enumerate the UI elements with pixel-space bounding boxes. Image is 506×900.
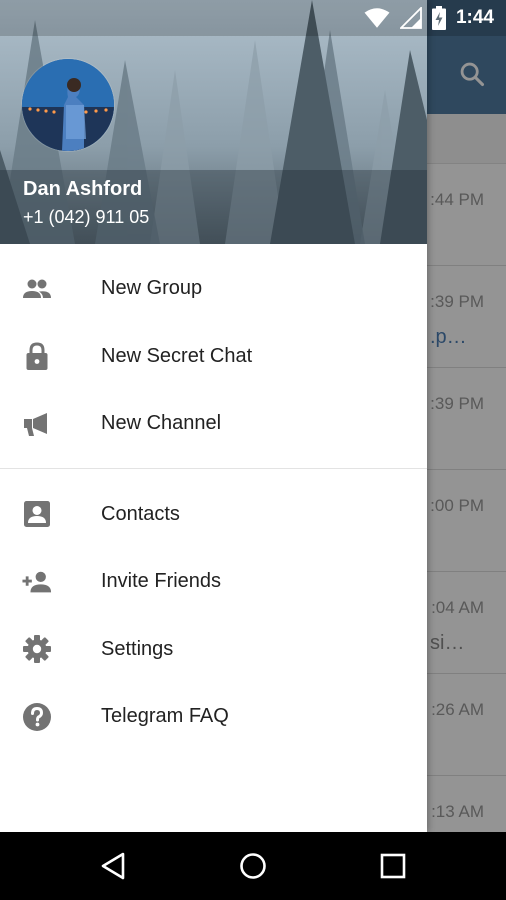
lock-icon [22, 341, 52, 371]
gear-icon [22, 634, 52, 664]
menu-label: Contacts [101, 502, 180, 525]
menu-divider [0, 467, 427, 469]
menu-label: Invite Friends [101, 570, 222, 593]
menu-label: New Group [101, 277, 203, 300]
menu-item-new-group[interactable]: New Group [0, 255, 427, 323]
menu-label: New Channel [101, 412, 222, 435]
system-nav-bar [0, 832, 506, 900]
battery-charging-icon [431, 6, 446, 30]
recents-icon[interactable] [377, 850, 409, 882]
drawer-header: Dan Ashford +1 (042) 911 05 [0, 0, 427, 244]
menu-item-new-secret-chat[interactable]: New Secret Chat [0, 323, 427, 391]
user-phone: +1 (042) 911 05 [23, 207, 150, 227]
menu-item-contacts[interactable]: Contacts [0, 481, 427, 549]
drawer-menu: New Group New Secret Chat New Channel Co… [0, 244, 427, 751]
user-avatar[interactable] [22, 59, 114, 151]
wifi-icon [364, 8, 390, 28]
menu-item-settings[interactable]: Settings [0, 616, 427, 684]
status-bar: 1:44 [0, 0, 506, 36]
status-time: 1:44 [455, 7, 494, 28]
add-person-icon [22, 567, 52, 597]
help-icon [22, 702, 52, 732]
menu-item-invite-friends[interactable]: Invite Friends [0, 548, 427, 616]
megaphone-icon [22, 409, 52, 439]
menu-label: Telegram FAQ [101, 705, 229, 728]
menu-item-telegram-faq[interactable]: Telegram FAQ [0, 683, 427, 751]
menu-label: Settings [101, 637, 174, 660]
group-icon [22, 274, 52, 304]
menu-label: New Secret Chat [101, 344, 253, 367]
menu-item-new-channel[interactable]: New Channel [0, 390, 427, 458]
user-name: Dan Ashford [23, 178, 143, 200]
contacts-icon [22, 499, 52, 529]
home-icon[interactable] [237, 850, 269, 882]
navigation-drawer: Dan Ashford +1 (042) 911 05 New Group Ne… [0, 0, 427, 832]
back-icon[interactable] [97, 850, 129, 882]
signal-icon [399, 7, 422, 29]
